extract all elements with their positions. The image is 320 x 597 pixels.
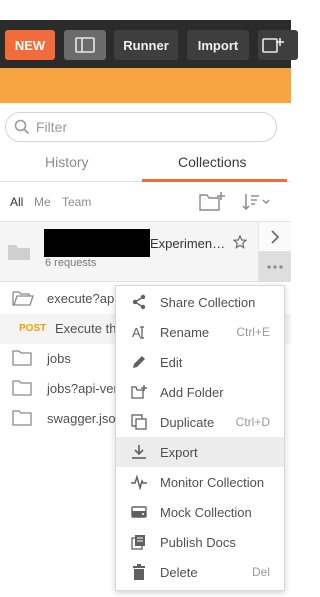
menu-item-shortcut: Ctrl+E (236, 325, 270, 339)
folder-icon (12, 410, 32, 429)
menu-item-label: Rename (160, 325, 210, 340)
collection-request-count: 6 requests (45, 257, 97, 269)
menu-item-rename[interactable]: A Rename Ctrl+E (116, 317, 284, 347)
notification-banner (0, 68, 291, 103)
redacted-name-block (44, 229, 150, 257)
menu-item-label: Mock Collection (160, 505, 252, 520)
sidebar-tabs: History Collections (0, 150, 291, 182)
expand-collection-button[interactable] (258, 222, 291, 252)
menu-item-label: Delete (160, 565, 198, 580)
collection-context-menu: Share Collection A Rename Ctrl+E Edit Ad… (115, 285, 285, 591)
new-window-button[interactable] (258, 30, 298, 60)
menu-item-label: Monitor Collection (160, 475, 265, 490)
menu-item-delete[interactable]: Delete Del (116, 557, 284, 587)
menu-item-duplicate[interactable]: Duplicate Ctrl+D (116, 407, 284, 437)
sort-icon[interactable] (242, 192, 270, 215)
rename-icon: A (132, 325, 144, 340)
active-tab-indicator (142, 179, 287, 182)
star-icon[interactable] (232, 234, 248, 252)
toggle-sidebar-button[interactable] (64, 30, 106, 60)
filter-team[interactable]: Team (62, 195, 91, 209)
filter-input[interactable] (36, 119, 256, 135)
menu-item-mock-collection[interactable]: Mock Collection (116, 497, 284, 527)
menu-item-share-collection[interactable]: Share Collection (116, 287, 284, 317)
menu-item-add-folder[interactable]: Add Folder (116, 377, 284, 407)
publish-docs-icon (131, 535, 145, 550)
collection-row[interactable]: Experimen… 6 requests (0, 222, 291, 282)
new-collection-icon[interactable] (199, 191, 225, 216)
top-toolbar: NEW Runner Import (0, 0, 298, 68)
runner-button[interactable]: Runner (114, 30, 178, 60)
folder-icon (12, 380, 32, 399)
new-button[interactable]: NEW (5, 30, 55, 60)
list-item-label: Execute the (55, 321, 124, 336)
list-item-label: swagger.json (47, 411, 123, 426)
delete-icon (133, 564, 145, 580)
share-icon (132, 294, 146, 310)
menu-item-monitor-collection[interactable]: Monitor Collection (116, 467, 284, 497)
folder-open-icon (12, 290, 34, 309)
filter-search[interactable] (5, 112, 277, 142)
export-icon (132, 445, 146, 459)
list-item-label: jobs (47, 351, 71, 366)
add-folder-icon (131, 385, 147, 399)
list-item-label: execute?api- (47, 291, 122, 306)
menu-item-label: Publish Docs (160, 535, 236, 550)
collection-name: Experimen… (150, 236, 226, 251)
menu-item-shortcut: Ctrl+D (235, 415, 270, 429)
filter-all[interactable]: All (10, 195, 23, 209)
tab-history[interactable]: History (45, 154, 89, 170)
new-window-icon (262, 38, 284, 53)
duplicate-icon (131, 414, 147, 430)
menu-item-label: Duplicate (160, 415, 215, 430)
chevron-right-icon (271, 229, 280, 244)
tab-collections[interactable]: Collections (178, 154, 246, 170)
menu-item-publish-docs[interactable]: Publish Docs (116, 527, 284, 557)
menu-item-export[interactable]: Export (116, 437, 284, 467)
svg-text:A: A (132, 325, 141, 340)
edit-icon (133, 356, 145, 368)
menu-item-label: Add Folder (160, 385, 224, 400)
monitor-icon (131, 474, 147, 490)
search-icon (14, 119, 30, 135)
import-button[interactable]: Import (187, 30, 249, 60)
menu-item-shortcut: Del (251, 565, 270, 579)
collection-filters: All Me Team (0, 186, 291, 222)
list-item-label: jobs?api-ver (47, 381, 118, 396)
folder-icon (12, 350, 32, 369)
more-icon (267, 265, 283, 269)
collection-folder-icon (8, 244, 30, 263)
menu-item-label: Share Collection (160, 295, 256, 310)
mock-icon (131, 506, 147, 518)
sidebar-layout-icon (75, 37, 95, 53)
request-method-badge: POST (19, 323, 47, 334)
menu-item-edit[interactable]: Edit (116, 347, 284, 377)
filter-me[interactable]: Me (34, 195, 51, 209)
collection-more-actions-button[interactable] (258, 252, 291, 282)
menu-item-label: Edit (160, 355, 183, 370)
menu-item-label: Export (160, 445, 198, 460)
